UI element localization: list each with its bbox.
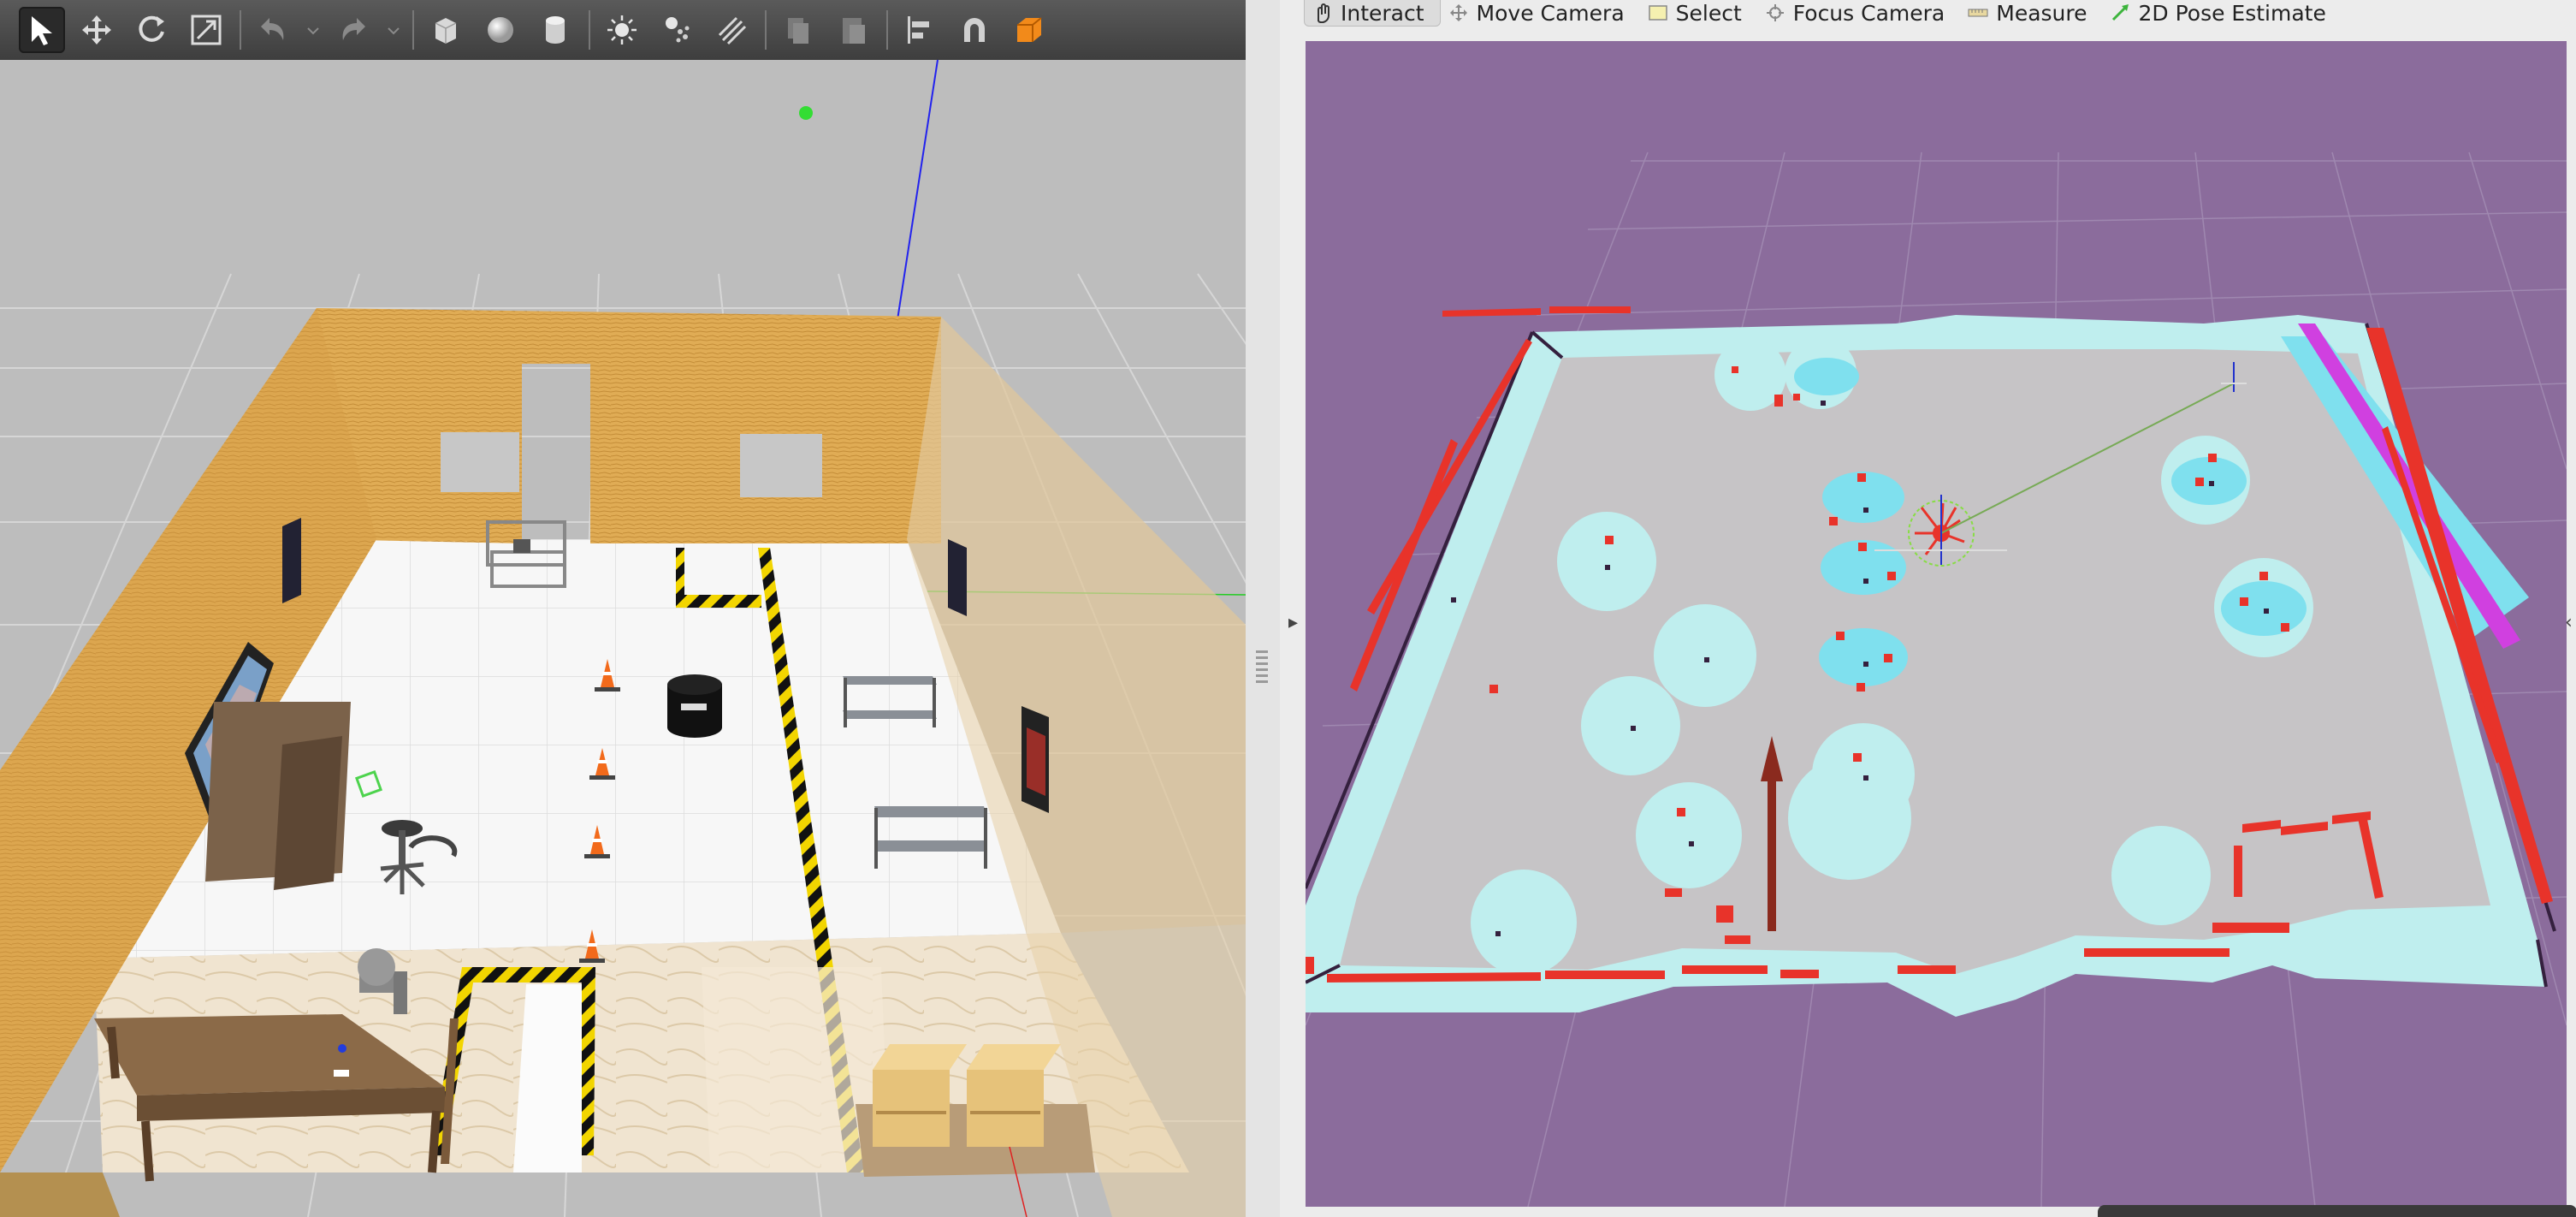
copy-icon[interactable] — [775, 7, 821, 53]
toolbar-separator — [765, 10, 767, 50]
move-camera-tool[interactable]: Move Camera — [1441, 0, 1640, 26]
move-camera-icon — [1448, 3, 1470, 23]
select-tool[interactable]: Select — [1640, 0, 1757, 26]
interact-tool-label: Interact — [1341, 0, 1424, 26]
directional-light-icon[interactable] — [708, 7, 755, 53]
spot-light-icon[interactable] — [654, 7, 700, 53]
rviz-toolbar: Interact Move Camera Select Focus Camera… — [1280, 0, 2576, 27]
translate-icon[interactable] — [74, 7, 120, 53]
redo-icon[interactable] — [330, 7, 376, 53]
measure-tool[interactable]: Measure — [1960, 0, 2102, 26]
undo-dropdown-icon[interactable] — [305, 7, 322, 53]
undo-icon[interactable] — [250, 7, 296, 53]
paste-icon[interactable] — [830, 7, 876, 53]
gazebo-3d-viewport[interactable] — [0, 60, 1246, 1217]
align-icon[interactable] — [897, 7, 943, 53]
pose-estimate-arrow-icon — [2110, 3, 2132, 23]
pane-splitter[interactable] — [1246, 0, 1280, 1217]
pose-estimate-tool-label: 2D Pose Estimate — [2138, 0, 2326, 26]
gazebo-window — [0, 0, 1246, 1217]
focus-camera-tool[interactable]: Focus Camera — [1757, 0, 1960, 26]
change-view-icon[interactable] — [1006, 7, 1052, 53]
turtlebot-robot — [667, 674, 722, 738]
scale-icon[interactable] — [183, 7, 229, 53]
interact-tool[interactable]: Interact — [1304, 0, 1441, 27]
box-shape-icon[interactable] — [423, 7, 469, 53]
move-camera-tool-label: Move Camera — [1476, 0, 1625, 26]
toolbar-separator — [412, 10, 414, 50]
point-light-icon[interactable] — [599, 7, 645, 53]
cylinder-shape-icon[interactable] — [532, 7, 578, 53]
select-tool-label: Select — [1675, 0, 1742, 26]
interact-hand-icon — [1312, 3, 1334, 24]
redo-dropdown-icon[interactable] — [385, 7, 402, 53]
measure-ruler-icon — [1967, 3, 1989, 23]
rviz-window: Interact Move Camera Select Focus Camera… — [1280, 0, 2576, 1217]
snap-magnet-icon[interactable] — [951, 7, 998, 53]
status-bar-tab — [2098, 1205, 2576, 1217]
toolbar-separator — [240, 10, 241, 50]
toolbar-separator — [589, 10, 590, 50]
collapse-left-panel-icon[interactable]: ▸ — [1288, 612, 1307, 638]
focus-camera-icon — [1764, 3, 1786, 23]
sphere-shape-icon[interactable] — [477, 7, 524, 53]
rviz-3d-viewport[interactable] — [1306, 41, 2567, 1207]
splitter-grip[interactable] — [1256, 650, 1268, 685]
focus-camera-tool-label: Focus Camera — [1792, 0, 1945, 26]
select-box-icon — [1647, 3, 1669, 23]
toolbar-separator — [886, 10, 888, 50]
gazebo-toolbar — [0, 0, 1246, 60]
select-arrow-icon[interactable] — [19, 7, 65, 53]
rotate-icon[interactable] — [128, 7, 175, 53]
pose-estimate-tool[interactable]: 2D Pose Estimate — [2103, 0, 2342, 26]
collapse-right-panel-icon[interactable]: ‹ — [2565, 612, 2573, 633]
measure-tool-label: Measure — [1996, 0, 2087, 26]
